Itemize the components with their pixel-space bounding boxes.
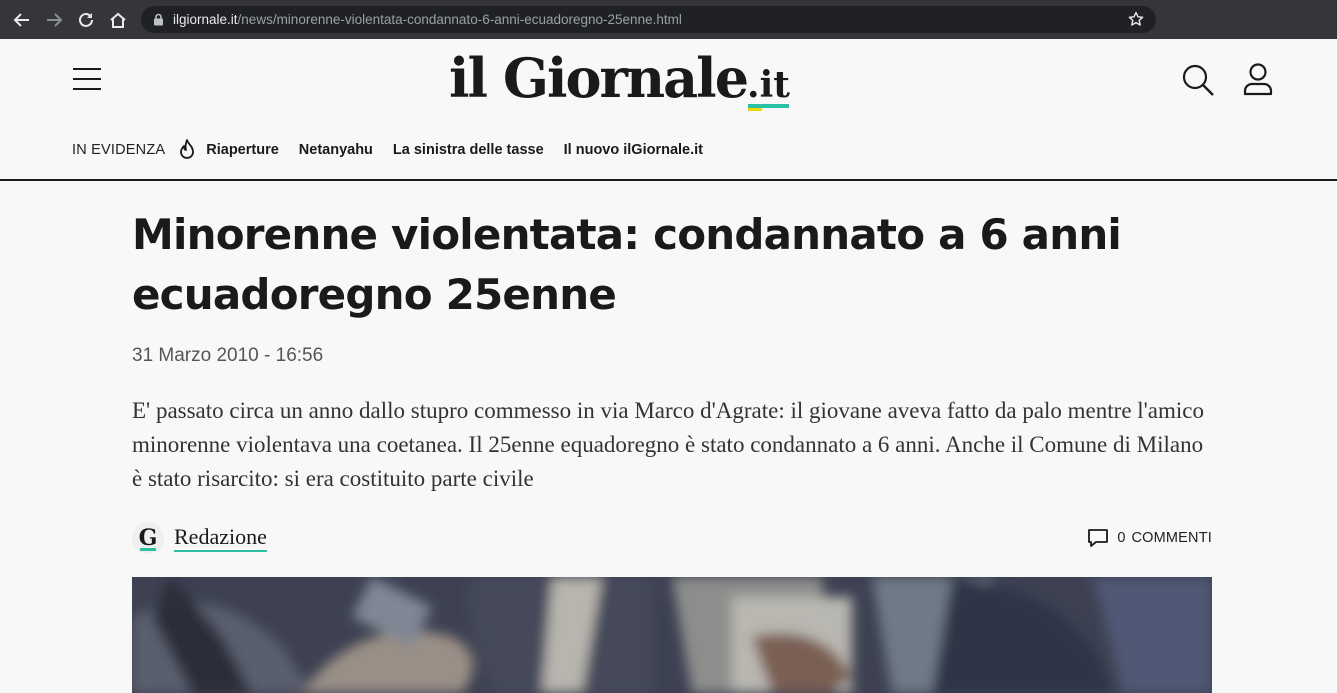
comment-bubble-icon (1087, 527, 1109, 549)
browser-toolbar: ilgiornale.it/news/minorenne-violentata-… (0, 0, 1337, 39)
logo-main: il Giornale (449, 46, 749, 110)
reload-icon[interactable] (74, 8, 98, 32)
url-text: ilgiornale.it/news/minorenne-violentata-… (173, 12, 682, 27)
comments-link[interactable]: 0 COMMENTI (1087, 527, 1212, 549)
in-evidenza-bar: IN EVIDENZA Riaperture Netanyahu La sini… (72, 139, 723, 161)
bookmark-star-icon[interactable] (1128, 11, 1144, 32)
home-icon[interactable] (106, 8, 130, 32)
user-icon[interactable] (1243, 62, 1273, 96)
comments-count: 0 (1117, 530, 1126, 546)
in-evidenza-label: IN EVIDENZA (72, 142, 166, 158)
site-logo[interactable]: il Giornale.it (449, 47, 790, 109)
forward-icon[interactable] (42, 8, 66, 32)
flame-icon (178, 139, 196, 161)
article-title: Minorenne violentata: condannato a 6 ann… (132, 210, 1122, 319)
evidenza-link-riaperture[interactable]: Riaperture (206, 142, 279, 158)
article-hero-image (132, 577, 1212, 693)
site-header: il Giornale.it IN EVIDENZA Riaperture Ne… (0, 39, 1337, 181)
lock-icon (153, 13, 164, 31)
address-bar[interactable]: ilgiornale.it/news/minorenne-violentata-… (141, 6, 1156, 33)
evidenza-link-netanyahu[interactable]: Netanyahu (299, 142, 373, 158)
logo-suffix: .it (747, 64, 790, 106)
menu-icon[interactable] (73, 68, 101, 90)
evidenza-link-nuovo-ilgiornale[interactable]: Il nuovo ilGiornale.it (564, 142, 703, 158)
search-icon[interactable] (1181, 63, 1215, 97)
author-avatar-letter: G (138, 525, 158, 551)
evidenza-link-sinistra-tasse[interactable]: La sinistra delle tasse (393, 142, 544, 158)
back-icon[interactable] (10, 8, 34, 32)
author-avatar: G (132, 522, 164, 554)
author-link[interactable]: Redazione (174, 524, 267, 552)
author-block: G Redazione (132, 521, 267, 555)
article-summary: E' passato circa un anno dallo stupro co… (132, 398, 1205, 491)
article-date: 31 Marzo 2010 - 16:56 (132, 345, 324, 366)
comments-label: COMMENTI (1131, 530, 1212, 546)
